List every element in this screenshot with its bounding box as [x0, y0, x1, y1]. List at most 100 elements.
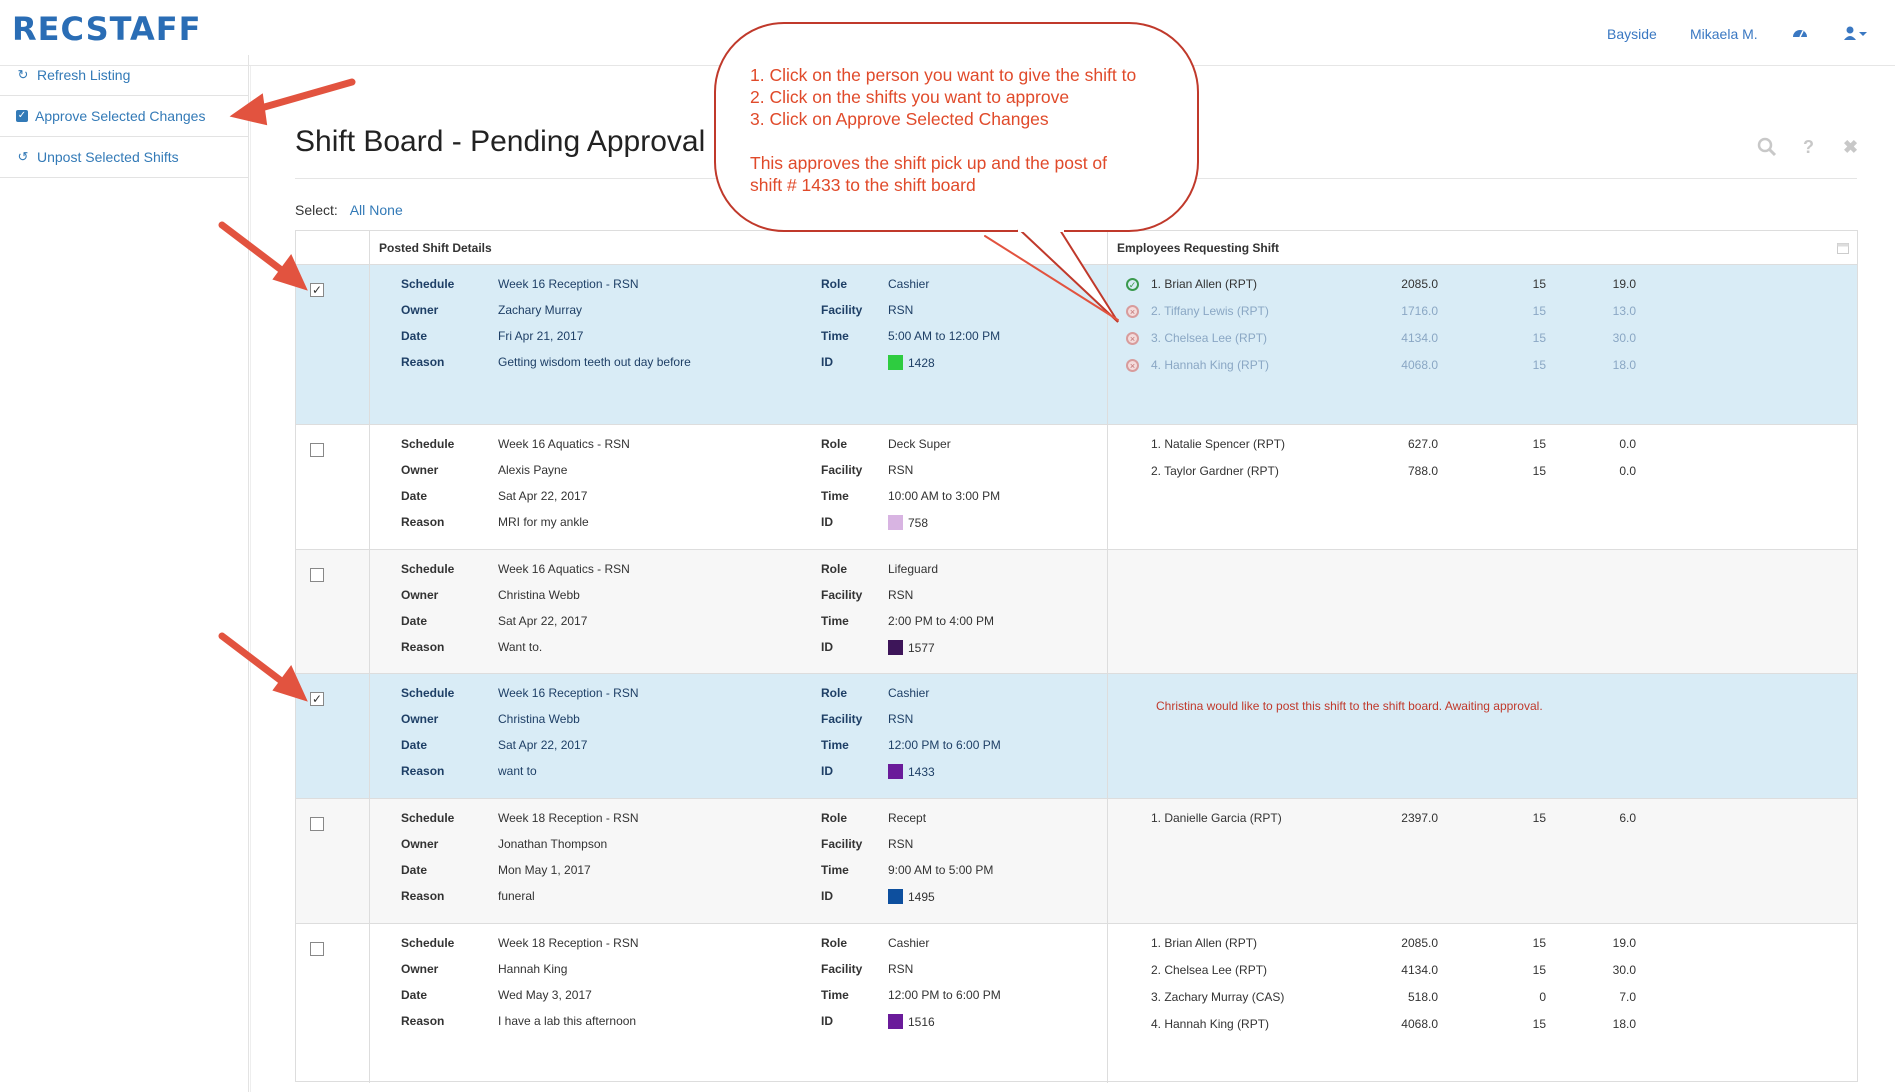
requesting-employee[interactable]: 1. Brian Allen (RPT) [1151, 277, 1257, 291]
requesting-employee[interactable]: 2. Chelsea Lee (RPT) [1151, 963, 1267, 977]
close-icon[interactable]: ✖ [1843, 137, 1858, 158]
shift-id-value: 1577 [908, 641, 935, 655]
field-label-role: Role [821, 811, 848, 825]
requesting-employee[interactable]: 1. Danielle Garcia (RPT) [1151, 811, 1282, 825]
requesting-employee[interactable]: 4. Hannah King (RPT) [1151, 358, 1269, 372]
field-label-owner: Owner [401, 588, 439, 602]
requesting-employee[interactable]: 1. Natalie Spencer (RPT) [1151, 437, 1285, 451]
shift-id: 1428 [888, 355, 935, 370]
employee-stat: 788.0 [1407, 464, 1438, 478]
field-label-reason: Reason [401, 889, 445, 903]
table-row[interactable]: Schedule Week 18 Reception - RSN Owner Jona… [296, 799, 1857, 924]
row-checkbox[interactable]: ✓ [310, 283, 324, 297]
employee-stat: 19.0 [1612, 277, 1636, 291]
row-checkbox[interactable] [310, 817, 324, 831]
approve-selected-changes-label: Approve Selected Changes [35, 108, 206, 124]
field-value-role: Cashier [888, 277, 930, 291]
undo-icon: ↺ [17, 149, 29, 164]
employee-stat: 4134.0 [1401, 963, 1438, 977]
callout-line: 2. Click on the shifts you want to appro… [750, 87, 1070, 107]
select-none-link[interactable]: None [369, 202, 402, 218]
check-circle-icon[interactable]: ✓ [1126, 278, 1139, 291]
shift-color-swatch [888, 1014, 903, 1029]
field-label-owner: Owner [401, 962, 439, 976]
employee-stat: 15 [1532, 304, 1546, 318]
dashboard-icon[interactable] [1792, 26, 1808, 44]
table-row[interactable]: ✓ Schedule Week 16 Reception - RSN Owner Zac… [296, 265, 1857, 425]
shift-id: 1577 [888, 640, 935, 655]
field-value-facility: RSN [888, 303, 914, 317]
employee-stat: 1716.0 [1401, 304, 1438, 318]
employee-stat: 19.0 [1612, 936, 1636, 950]
location-link[interactable]: Bayside [1607, 26, 1657, 42]
field-value-schedule: Week 16 Aquatics - RSN [498, 437, 630, 451]
employee-stat: 4068.0 [1401, 358, 1438, 372]
row-checkbox[interactable] [310, 942, 324, 956]
employee-stat: 4068.0 [1401, 1017, 1438, 1031]
requesting-employee[interactable]: 1. Brian Allen (RPT) [1151, 936, 1257, 950]
field-value-owner: Christina Webb [498, 712, 580, 726]
field-label-date: Date [401, 863, 428, 877]
shift-table: Posted Shift Details Employees Requestin… [295, 230, 1858, 1083]
row-checkbox[interactable] [310, 568, 324, 582]
employee-stat: 2085.0 [1401, 936, 1438, 950]
user-name-link[interactable]: Mikaela M. [1690, 26, 1758, 42]
cancel-circle-icon[interactable]: × [1126, 305, 1139, 318]
refresh-listing-button[interactable]: ↻ Refresh Listing [0, 55, 248, 96]
field-value-role: Cashier [888, 936, 930, 950]
employee-stat: 15 [1532, 811, 1546, 825]
field-value-date: Sat Apr 22, 2017 [498, 614, 588, 628]
field-label-reason: Reason [401, 640, 445, 654]
field-label-schedule: Schedule [401, 686, 455, 700]
app-logo[interactable]: RECSTAFF [12, 10, 201, 48]
requesting-employee[interactable]: 2. Taylor Gardner (RPT) [1151, 464, 1279, 478]
shift-color-swatch [888, 889, 903, 904]
row-checkbox[interactable] [310, 443, 324, 457]
row-checkbox[interactable]: ✓ [310, 692, 324, 706]
table-row[interactable]: Schedule Week 16 Aquatics - RSN Owner Alexi… [296, 425, 1857, 550]
field-label-role: Role [821, 686, 848, 700]
header-posted-shift-details: Posted Shift Details [379, 241, 492, 255]
field-value-facility: RSN [888, 837, 914, 851]
table-row[interactable]: Schedule Week 16 Aquatics - RSN Owner Chris… [296, 550, 1857, 674]
table-row[interactable]: ✓ Schedule Week 16 Reception - RSN Owner Chr… [296, 674, 1857, 799]
field-value-time: 12:00 PM to 6:00 PM [888, 988, 1001, 1002]
help-icon[interactable]: ? [1803, 137, 1814, 158]
requesting-employee[interactable]: 3. Chelsea Lee (RPT) [1151, 331, 1267, 345]
shift-id-value: 1516 [908, 1015, 935, 1029]
instruction-callout: 1. Click on the person you want to give … [714, 22, 1199, 232]
cancel-circle-icon[interactable]: × [1126, 332, 1139, 345]
field-label-schedule: Schedule [401, 562, 455, 576]
search-icon[interactable] [1757, 137, 1777, 162]
field-value-date: Fri Apr 21, 2017 [498, 329, 584, 343]
employee-stat: 15 [1532, 936, 1546, 950]
approve-selected-changes-button[interactable]: ✓ Approve Selected Changes [0, 96, 248, 137]
callout-line: 3. Click on Approve Selected Changes [750, 109, 1049, 129]
user-menu-icon[interactable] [1844, 26, 1868, 44]
cancel-circle-icon[interactable]: × [1126, 359, 1139, 372]
unpost-selected-shifts-button[interactable]: ↺ Unpost Selected Shifts [0, 137, 248, 178]
requesting-employee[interactable]: 2. Tiffany Lewis (RPT) [1151, 304, 1269, 318]
field-value-schedule: Week 16 Reception - RSN [498, 277, 639, 291]
calendar-icon[interactable] [1837, 241, 1849, 259]
employee-stat: 13.0 [1612, 304, 1636, 318]
select-all-link[interactable]: All [350, 202, 366, 218]
employee-stat: 30.0 [1612, 963, 1636, 977]
sidebar: ↻ Refresh Listing ✓ Approve Selected Cha… [0, 55, 249, 1092]
field-value-role: Cashier [888, 686, 930, 700]
shift-color-swatch [888, 764, 903, 779]
field-value-reason: I have a lab this afternoon [498, 1014, 637, 1028]
employee-stat: 0 [1539, 990, 1546, 1004]
requesting-employee[interactable]: 4. Hannah King (RPT) [1151, 1017, 1269, 1031]
field-label-time: Time [821, 738, 849, 752]
employee-stat: 2085.0 [1401, 277, 1438, 291]
field-label-role: Role [821, 277, 848, 291]
field-label-owner: Owner [401, 712, 439, 726]
field-value-owner: Christina Webb [498, 588, 580, 602]
requesting-employee[interactable]: 3. Zachary Murray (CAS) [1151, 990, 1284, 1004]
field-label-id: ID [821, 515, 833, 529]
refresh-listing-label: Refresh Listing [37, 67, 131, 83]
employee-stat: 2397.0 [1401, 811, 1438, 825]
table-row[interactable]: Schedule Week 18 Reception - RSN Owner Hann… [296, 924, 1857, 1082]
field-label-facility: Facility [821, 303, 863, 317]
